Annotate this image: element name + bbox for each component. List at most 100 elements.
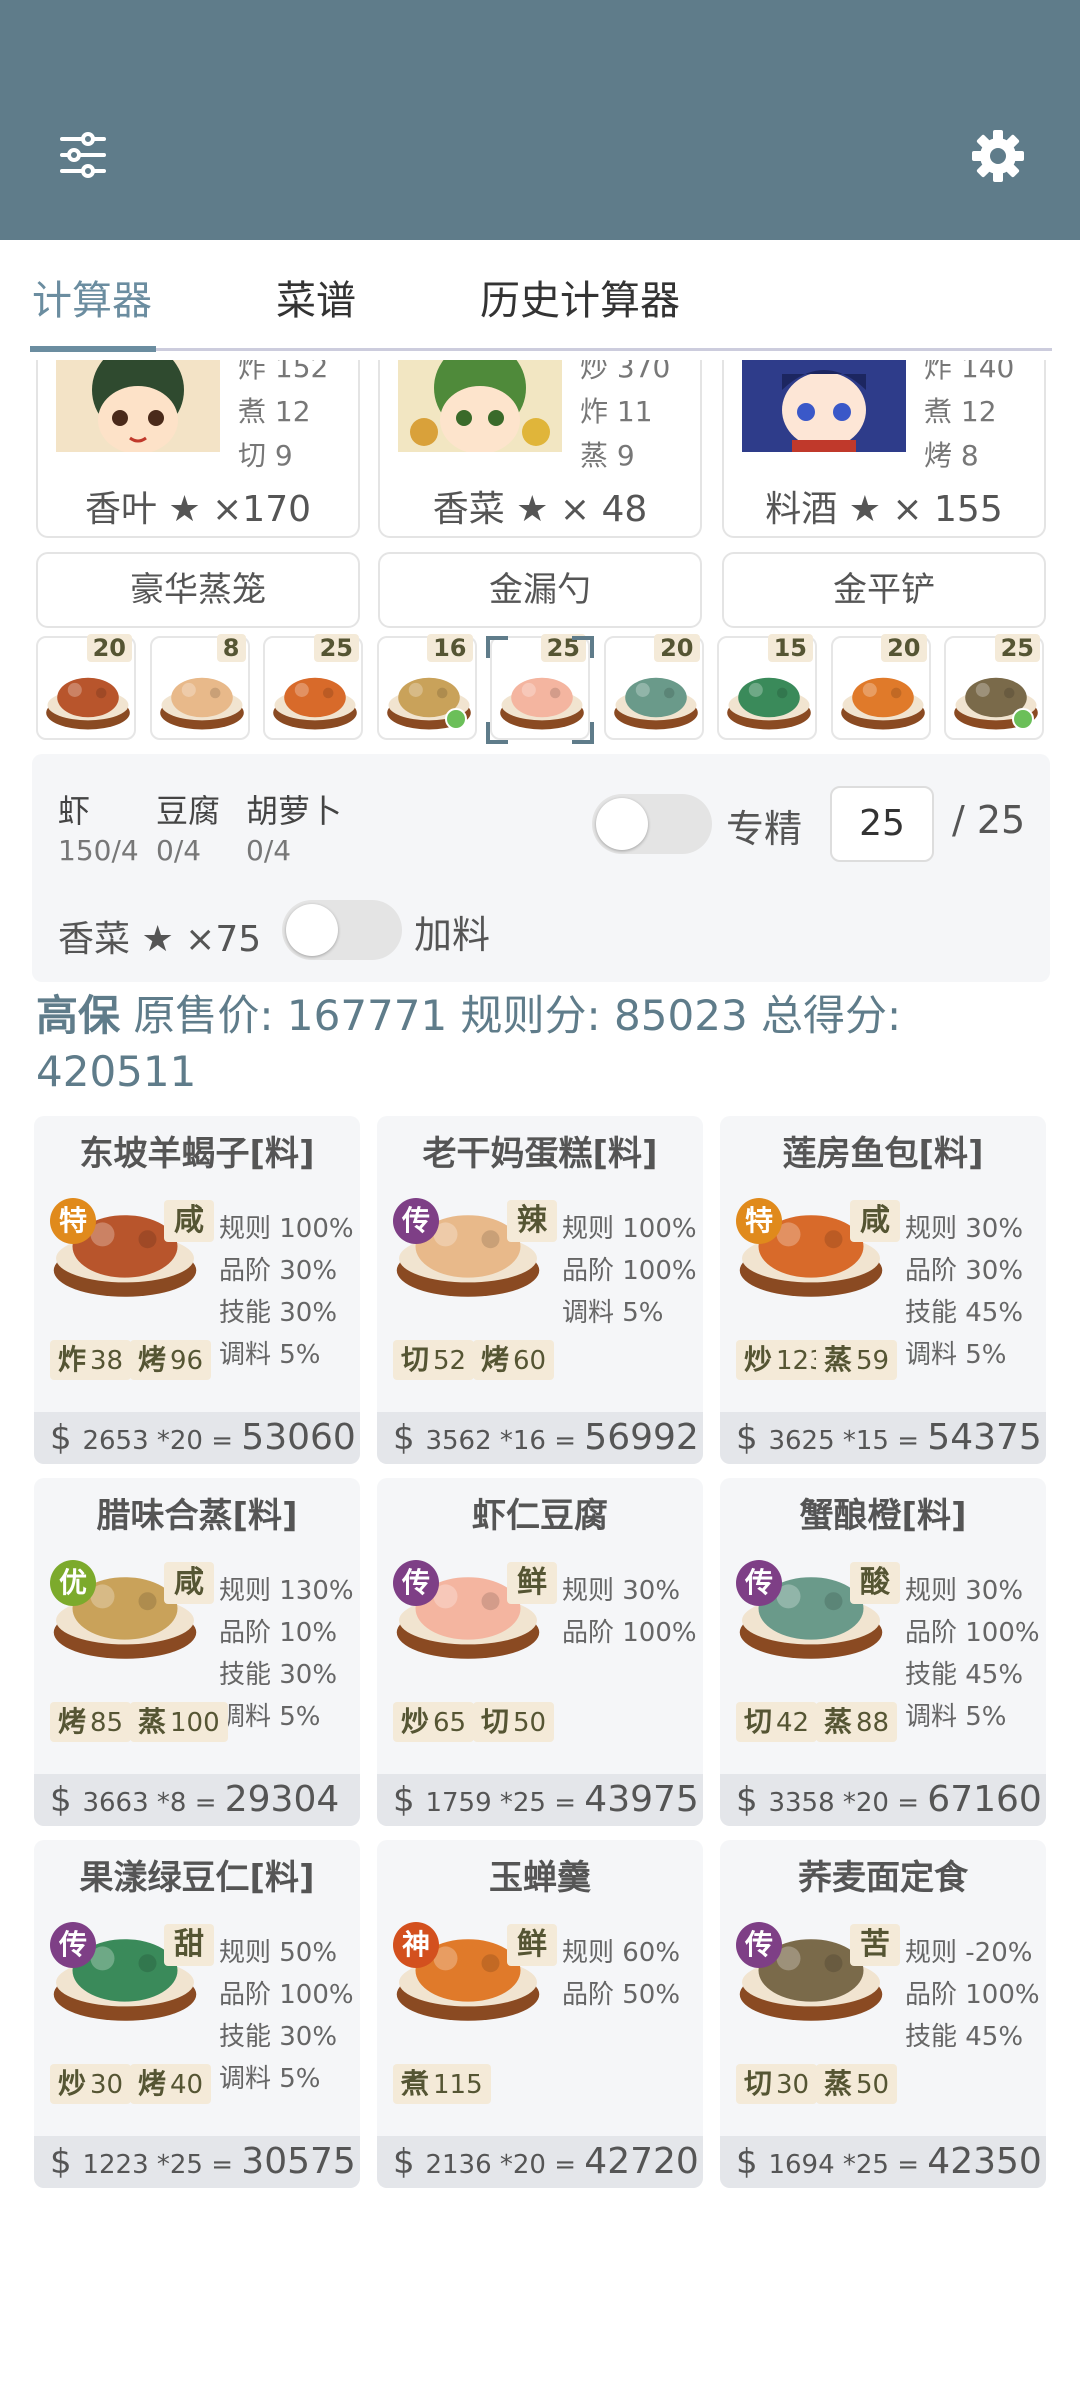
chef-skill: 切 9 xyxy=(238,439,293,472)
dish-thumbnail[interactable]: 8 xyxy=(149,634,250,740)
recipe-title: 蟹酿橙[料] xyxy=(799,1496,967,1536)
seasoning-toggle[interactable] xyxy=(282,900,402,960)
dish-thumbnail[interactable]: 20 xyxy=(603,634,704,740)
recipe-flavor-badge: 酸 xyxy=(850,1562,900,1604)
equipment-button[interactable]: 金漏勺 xyxy=(378,552,702,628)
recipe-skill-requirement: 烤 60 xyxy=(473,1340,555,1380)
dish-thumbnail-count: 25 xyxy=(994,634,1040,662)
dish-thumbnail-count: 15 xyxy=(767,634,813,662)
recipe-flavor-badge: 咸 xyxy=(850,1200,900,1242)
recipe-card[interactable]: 东坡羊蝎子[料] 特 咸规则 100% 品阶 30% 技能 30% 调料 5% 炸 38 烤 9… xyxy=(34,1116,360,1464)
seasoning-label: 加料 xyxy=(414,913,491,957)
recipe-skill-requirement: 烤 96 xyxy=(130,1340,212,1380)
recipe-rank-badge: 特 xyxy=(50,1198,96,1244)
chef-skill: 煮 12 xyxy=(238,395,311,428)
recipe-skill-requirement: 煮 115 xyxy=(393,2064,491,2104)
chef-skill: 炸 140 xyxy=(924,360,1015,384)
recipe-card[interactable]: 果漾绿豆仁[料] 传 甜规则 50% 品阶 100% 技能 30% 调料 5% 炒 30 烤 4… xyxy=(34,1840,360,2188)
recipe-rank-badge: 传 xyxy=(50,1922,96,1968)
recipe-flavor-badge: 咸 xyxy=(164,1200,214,1242)
recipe-skill-requirement: 蒸 88 xyxy=(816,1702,898,1742)
recipe-bonus: 规则 100% xyxy=(562,1214,697,1244)
recipe-bonus: 规则 50% xyxy=(219,1938,338,1968)
recipe-skill-requirement: 蒸 100 xyxy=(130,1702,228,1742)
recipe-card[interactable]: 蟹酿橙[料] 传 酸规则 30% 品阶 100% 技能 45% 调料 5% 切 42 蒸 88 $… xyxy=(720,1478,1046,1826)
recipe-card[interactable]: 荞麦面定食 传 苦规则 -20% 品阶 100% 技能 45% 切 30 蒸 50 $ 1694… xyxy=(720,1840,1046,2188)
tab-calculator[interactable]: 计算器 xyxy=(32,268,152,326)
dish-thumbnail[interactable]: 20 xyxy=(830,634,931,740)
dish-thumbnail-count: 20 xyxy=(881,634,927,662)
recipe-card[interactable]: 虾仁豆腐 传 鲜规则 30% 品阶 100% 炒 65 切 50 $ 1759 *25 = 4… xyxy=(377,1478,703,1826)
recipe-bonus: 规则 -20% xyxy=(905,1938,1033,1968)
specialize-toggle[interactable] xyxy=(592,794,712,854)
chef-name: 料酒 ★ × 155 xyxy=(765,489,1003,530)
recipe-bonus: 技能 45% xyxy=(905,2022,1024,2052)
selection-bracket xyxy=(486,636,508,658)
recipe-skill-requirement: 炒 65 xyxy=(393,1702,475,1742)
recipe-rank-badge: 特 xyxy=(736,1198,782,1244)
recipe-bonus: 品阶 100% xyxy=(219,1980,354,2010)
chef-skill: 煮 12 xyxy=(924,395,997,428)
filter-sliders-icon[interactable] xyxy=(58,130,108,180)
recipe-bonus: 品阶 100% xyxy=(562,1256,697,1286)
recipe-flavor-badge: 咸 xyxy=(164,1562,214,1604)
chef-card-liaojiu[interactable]: 炸 140 煮 12 烤 8 料酒 ★ × 155 xyxy=(722,360,1046,538)
dish-thumbnail[interactable]: 25 xyxy=(944,634,1044,740)
equipment-button[interactable]: 豪华蒸笼 xyxy=(36,552,360,628)
recipe-bonus: 技能 30% xyxy=(219,1298,338,1328)
dish-thumbnail-count: 8 xyxy=(216,634,246,662)
settings-gear-icon[interactable] xyxy=(970,128,1026,184)
dish-thumbnail[interactable]: 20 xyxy=(36,634,136,740)
recipe-rank-badge: 神 xyxy=(393,1922,439,1968)
chef-skill: 炸 152 xyxy=(238,360,329,384)
recipe-card[interactable]: 玉蝉羹 神 鲜规则 60% 品阶 50% 煮 115 $ 2136 *20 = 42720 xyxy=(377,1840,703,2188)
recipe-rank-badge: 传 xyxy=(736,1922,782,1968)
recipe-skill-requirement: 切 52 xyxy=(393,1340,475,1380)
dish-thumbnail-count: 20 xyxy=(86,634,132,662)
recipe-rank-badge: 传 xyxy=(736,1560,782,1606)
recipe-card[interactable]: 老干妈蛋糕[料] 传 辣规则 100% 品阶 100% 调料 5% 切 52 烤 60 $ 35… xyxy=(377,1116,703,1464)
tab-recipes[interactable]: 菜谱 xyxy=(276,268,356,326)
summary-text: 原售价: 167771 规则分: 85023 总得分: 420511 xyxy=(36,991,902,1096)
recipe-skill-requirement: 切 30 xyxy=(736,2064,818,2104)
specialize-label: 专精 xyxy=(726,807,803,851)
recipe-price-line: $ 3625 *15 = 54375 xyxy=(720,1412,1046,1464)
recipe-card[interactable]: 莲房鱼包[料] 特咸规则 30% 品阶 30% 技能 45% 调料 5% 炒 123 蒸 59… xyxy=(720,1116,1046,1464)
recipe-bonus: 调料 5% xyxy=(219,2064,321,2094)
ingredient-count: 150/4 xyxy=(58,834,139,867)
recipe-skill-requirement: 烤 85 xyxy=(50,1702,132,1742)
chef-card-xiangye[interactable]: 炸 152 煮 12 切 9 香叶 ★ ×170 xyxy=(36,360,360,538)
recipe-bonus: 品阶 10% xyxy=(219,1618,338,1648)
equipment-button[interactable]: 金平铲 xyxy=(722,552,1046,628)
recipe-skill-requirement: 炒 30 xyxy=(50,2064,132,2104)
recipe-flavor-badge: 鲜 xyxy=(507,1562,557,1604)
recipe-title: 玉蝉羹 xyxy=(489,1858,591,1898)
recipe-bonus: 技能 45% xyxy=(905,1660,1024,1690)
dish-thumbnail[interactable]: 15 xyxy=(717,634,817,740)
recipe-price-line: $ 3562 *16 = 56992 xyxy=(377,1412,703,1464)
quantity-input[interactable]: 25 xyxy=(830,786,934,862)
recipe-bonus: 品阶 100% xyxy=(905,1980,1040,2010)
tab-history-calculator[interactable]: 历史计算器 xyxy=(480,268,680,326)
dish-thumbnail-count: 25 xyxy=(313,634,359,662)
recipe-skill-requirement: 蒸 50 xyxy=(816,2064,898,2104)
recipe-flavor-badge: 辣 xyxy=(507,1200,557,1242)
recipe-bonus: 技能 45% xyxy=(905,1298,1024,1328)
check-icon xyxy=(1012,708,1034,730)
recipe-price-line: $ 2136 *20 = 42720 xyxy=(377,2136,703,2188)
chef-portrait-image xyxy=(742,360,906,452)
recipe-card[interactable]: 腊味合蒸[料] 优 咸规则 130% 品阶 10% 技能 30% 调料 5% 烤 85 蒸 10… xyxy=(34,1478,360,1826)
recipe-bonus: 调料 5% xyxy=(219,1702,321,1732)
recipe-bonus: 规则 30% xyxy=(905,1576,1024,1606)
recipe-price-line: $ 2653 *20 = 53060 xyxy=(34,1412,360,1464)
recipe-flavor-badge: 甜 xyxy=(164,1924,214,1966)
dish-thumbnail[interactable]: 25 xyxy=(263,634,363,740)
recipe-bonus: 规则 30% xyxy=(905,1214,1024,1244)
recipe-bonus: 品阶 100% xyxy=(905,1618,1040,1648)
dish-thumbnail[interactable]: 16 xyxy=(376,634,477,740)
chef-card-xiangcai[interactable]: 炒 370 炸 11 蒸 9 香菜 ★ × 48 xyxy=(378,360,702,538)
chef-portrait-image xyxy=(398,360,562,452)
recipe-rank-badge: 传 xyxy=(393,1560,439,1606)
recipe-title: 莲房鱼包[料] xyxy=(782,1134,984,1174)
recipe-bonus: 规则 30% xyxy=(562,1576,681,1606)
